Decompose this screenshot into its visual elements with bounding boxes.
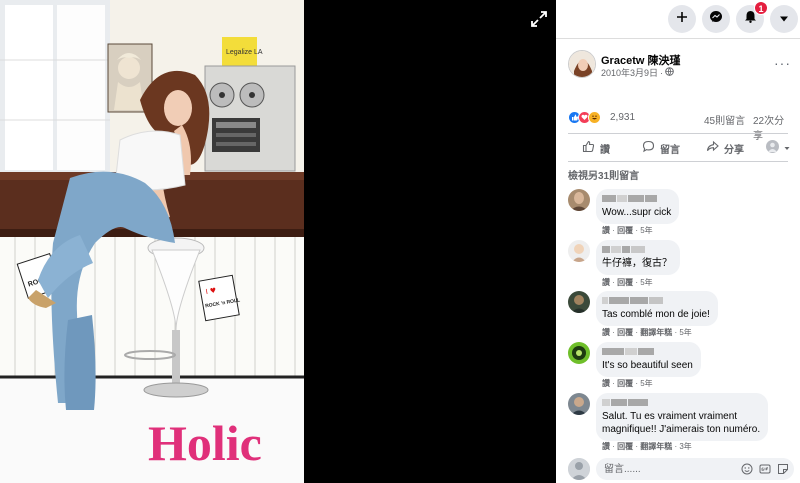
comment-reply-link[interactable]: 回覆 [617, 379, 633, 388]
comment-text: 牛仔褲，復古？ [602, 258, 672, 269]
post-stats: 2,931 45則留言 22次分享 [568, 110, 790, 142]
comment-time[interactable]: 5年 [640, 379, 652, 388]
comment-translate-link[interactable]: 翻譯年糕 [640, 328, 672, 337]
top-divider [556, 38, 800, 39]
comment-reply-link[interactable]: 回覆 [617, 226, 633, 235]
actions-bottom-divider [568, 161, 788, 162]
comment-text: Wow...supr cick [602, 207, 672, 218]
comment-bubble: Wow...supr cick [596, 189, 680, 224]
commenter-name-redacted[interactable] [602, 244, 672, 255]
comment-reply-link[interactable]: 回覆 [617, 278, 633, 287]
comment-bubble: It's so beautiful seen [596, 342, 701, 377]
messenger-icon [709, 10, 723, 29]
comment-text: Tas comblé mon de joie! [602, 309, 710, 320]
photo-viewer: Legalize LA ROCK I ♥ ROCK 'n ROLL Holic [0, 0, 556, 483]
commenter-avatar[interactable] [568, 189, 590, 211]
comment-like-link[interactable]: 讚 [602, 328, 610, 337]
comment-translate-link[interactable]: 翻譯年糕 [640, 442, 672, 451]
gif-icon[interactable] [758, 462, 771, 475]
caret-down-icon [779, 10, 789, 28]
composer-icons [740, 462, 789, 475]
commenter-name-redacted[interactable] [602, 295, 710, 306]
create-button[interactable] [668, 5, 696, 33]
actions-top-divider [568, 133, 788, 134]
privacy-separator: · [660, 67, 664, 78]
comment-icon [642, 140, 655, 156]
photo-illustration: Legalize LA ROCK I ♥ ROCK 'n ROLL Holic [0, 0, 304, 483]
commenter-avatar[interactable] [568, 240, 590, 262]
like-label: 讚 [600, 144, 610, 156]
my-avatar[interactable] [568, 458, 590, 480]
comment-count[interactable]: 45則留言 [704, 112, 745, 127]
comment-like-link[interactable]: 讚 [602, 442, 610, 451]
comment-time[interactable]: 5年 [679, 328, 691, 337]
share-icon [706, 140, 719, 156]
post-date-text: 2010年3月9日 [601, 68, 659, 78]
comment-label: 留言 [660, 144, 680, 156]
post-photo[interactable]: Legalize LA ROCK I ♥ ROCK 'n ROLL Holic [0, 0, 304, 483]
expand-icon[interactable] [528, 8, 550, 30]
comment-like-link[interactable]: 讚 [602, 278, 610, 287]
comment-composer [568, 458, 794, 480]
comment-reply-link[interactable]: 回覆 [617, 442, 633, 451]
comment-reply-link[interactable]: 回覆 [617, 328, 633, 337]
post-actions: 讚 留言 分享 [568, 136, 790, 160]
commenter-name-redacted[interactable] [602, 346, 693, 357]
comment-text-line2: magnifique!! J'aimerais ton numéro. [602, 424, 761, 435]
holic-logo-text: Holic [148, 415, 262, 471]
comment-meta: 讚 · 回覆 · 5年 [602, 226, 653, 235]
comment-button[interactable]: 留言 [642, 140, 680, 156]
comment-like-link[interactable]: 讚 [602, 226, 610, 235]
comment-meta: 讚 · 回覆 · 翻譯年糕 · 5年 [602, 328, 692, 337]
share-label: 分享 [724, 144, 744, 156]
commenter-avatar[interactable] [568, 291, 590, 313]
commenter-avatar[interactable] [568, 393, 590, 415]
reaction-count[interactable]: 2,931 [610, 112, 635, 123]
comment-bubble: Salut. Tu es vraiment vraiment magnifiqu… [596, 393, 769, 441]
bell-icon [744, 10, 757, 28]
comment-like-link[interactable]: 讚 [602, 379, 610, 388]
notification-badge: 1 [754, 1, 768, 15]
author-avatar[interactable] [568, 50, 596, 78]
commenter-name-redacted[interactable] [602, 397, 760, 408]
comment-time[interactable]: 5年 [640, 226, 652, 235]
comment-meta: 讚 · 回覆 · 5年 [602, 379, 653, 388]
post-options-button[interactable]: ··· [774, 55, 791, 71]
notifications-button[interactable]: 1 [736, 1, 768, 33]
haha-reaction-icon [588, 111, 601, 124]
comment-bubble: Tas comblé mon de joie! [596, 291, 718, 326]
comment-time[interactable]: 5年 [640, 278, 652, 287]
comment-text: It's so beautiful seen [602, 360, 693, 371]
profile-mini-avatar [766, 140, 779, 156]
post-author: Gracetw 陳泱瑾 2010年3月9日 · [568, 50, 788, 80]
account-menu-button[interactable] [770, 5, 798, 33]
legalize-sign-text: Legalize LA [226, 49, 263, 56]
reaction-icons[interactable] [568, 111, 601, 124]
top-bar: 1 [556, 0, 800, 38]
messenger-button[interactable] [702, 5, 730, 33]
comment-time[interactable]: 3年 [679, 442, 691, 451]
globe-icon [665, 67, 674, 78]
thumbs-up-icon [582, 140, 595, 156]
caret-down-small-icon [784, 143, 790, 154]
sticker-icon[interactable] [776, 462, 789, 475]
post-date[interactable]: 2010年3月9日 · [601, 66, 674, 79]
comment-bubble: 牛仔褲，復古？ [596, 240, 680, 275]
comment-meta: 讚 · 回覆 · 翻譯年糕 · 3年 [602, 442, 692, 451]
commenter-avatar[interactable] [568, 342, 590, 364]
react-as-selector[interactable] [766, 140, 790, 156]
comment-text: Salut. Tu es vraiment vraiment [602, 411, 738, 422]
plus-icon [676, 10, 688, 28]
like-button[interactable]: 讚 [582, 140, 610, 156]
post-side-panel: 1 Gracetw 陳泱瑾 2010年3月9日 · ··· 2,931 45則留… [556, 0, 800, 483]
share-button[interactable]: 分享 [706, 140, 744, 156]
emoji-icon[interactable] [740, 462, 753, 475]
commenter-name-redacted[interactable] [602, 193, 671, 204]
view-more-comments[interactable]: 檢視另31則留言 [568, 167, 639, 182]
comment-meta: 讚 · 回覆 · 5年 [602, 278, 653, 287]
